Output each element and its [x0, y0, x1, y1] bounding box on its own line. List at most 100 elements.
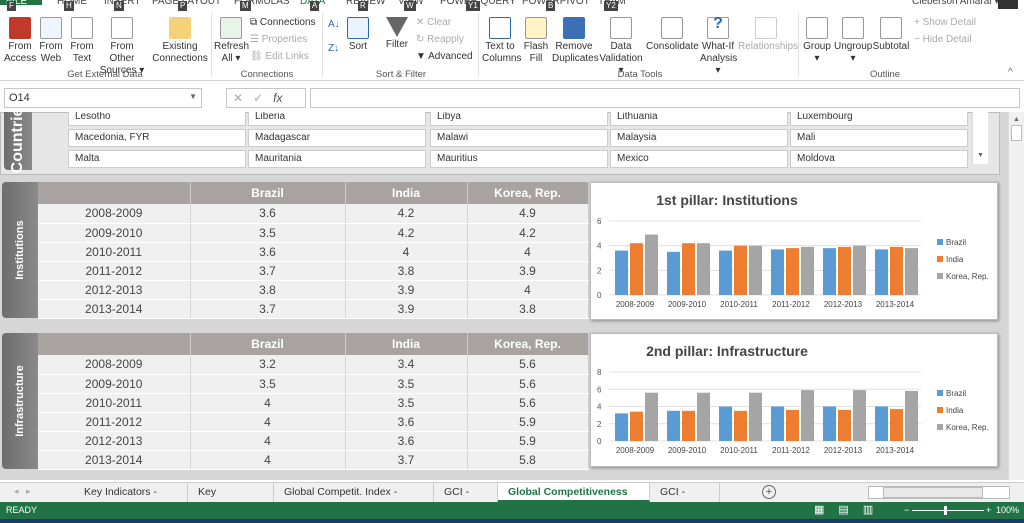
table-cell[interactable]: 5.6	[467, 393, 589, 413]
page-break-icon[interactable]: ▥	[863, 504, 887, 516]
cancel-icon[interactable]: ✕	[233, 91, 253, 105]
country-item[interactable]: Mauritius	[430, 150, 608, 168]
from-text-button[interactable]: From Text	[68, 17, 96, 65]
consolidate-button[interactable]: Consolidate	[646, 17, 699, 53]
avatar[interactable]	[998, 0, 1018, 9]
table-cell[interactable]: 3.8	[190, 280, 346, 300]
zoom-slider-thumb[interactable]	[944, 506, 947, 515]
table-cell[interactable]: 2012-2013	[38, 280, 191, 300]
sort-z-a-button[interactable]: Z↓	[328, 43, 339, 54]
table-cell[interactable]: 2009-2010	[38, 223, 191, 243]
new-sheet-button[interactable]: +	[762, 485, 776, 499]
filter-button[interactable]: Filter	[382, 17, 412, 51]
table-cell[interactable]: 3.9	[467, 261, 589, 281]
table-cell[interactable]: 3.6	[345, 412, 468, 432]
enter-icon[interactable]: ✓	[253, 91, 273, 105]
from-other-sources-button[interactable]: From Other Sources ▾	[98, 17, 146, 77]
ungroup-button[interactable]: Ungroup ▾	[834, 17, 872, 65]
data-validation-button[interactable]: Data Validation ▾	[598, 17, 644, 77]
insert-function-icon[interactable]: fx	[273, 91, 282, 105]
table-cell[interactable]: 3.6	[190, 242, 346, 262]
table-cell[interactable]: 2010-2011	[38, 242, 191, 262]
sheet-tab[interactable]: Key Indicators	[188, 483, 274, 516]
table-cell[interactable]: 2013-2014	[38, 299, 191, 319]
remove-duplicates-button[interactable]: Remove Duplicates	[552, 17, 599, 65]
sort-button[interactable]: Sort	[344, 17, 372, 53]
table-cell[interactable]: 2013-2014	[38, 450, 191, 470]
table-cell[interactable]: 2008-2009	[38, 204, 191, 224]
zoom-level[interactable]: 100%	[996, 502, 1019, 519]
table-cell[interactable]: 4.2	[345, 223, 468, 243]
from-access-button[interactable]: From Access	[4, 17, 36, 65]
group-button[interactable]: Group ▾	[802, 17, 832, 65]
reapply-button[interactable]: ↻ Reapply	[416, 34, 464, 45]
table-cell[interactable]: 3.7	[190, 261, 346, 281]
country-item[interactable]: Madagascar	[248, 129, 426, 147]
country-item[interactable]: Lithuania	[610, 112, 788, 126]
ribbon-tab-powerpivot[interactable]: POWERPIVOT	[522, 0, 590, 7]
name-box[interactable]: O14 ▼	[4, 88, 202, 108]
table-cell[interactable]: 4	[190, 412, 346, 432]
table-cell[interactable]: 2012-2013	[38, 431, 191, 451]
subtotal-button[interactable]: Subtotal	[872, 17, 910, 53]
sheet-tab[interactable]: Global Competit. Index - Dados	[274, 483, 434, 516]
table-cell[interactable]: 5.6	[467, 355, 589, 375]
advanced-button[interactable]: ▼ Advanced	[416, 51, 473, 62]
table-cell[interactable]: 5.6	[467, 374, 589, 394]
table-cell[interactable]: 3.9	[345, 299, 468, 319]
country-item[interactable]: Libya	[430, 112, 608, 126]
country-item[interactable]: Lesotho	[68, 112, 246, 126]
table-cell[interactable]: 3.5	[345, 374, 468, 394]
country-item[interactable]: Malta	[68, 150, 246, 168]
chart[interactable]: 1st pillar: Institutions 0 2 4 6 2008-2009 200…	[590, 182, 998, 320]
scroll-up-icon[interactable]: ▲	[1009, 116, 1024, 123]
view-buttons[interactable]: ▦▤▥	[814, 502, 887, 519]
table-cell[interactable]: 3.8	[467, 299, 589, 319]
zoom-slider[interactable]	[912, 506, 984, 515]
table-cell[interactable]: 4	[467, 242, 589, 262]
horizontal-scrollbar[interactable]	[868, 486, 1010, 499]
text-to-columns-button[interactable]: Text to Columns	[482, 17, 521, 65]
table-cell[interactable]: 5.9	[467, 412, 589, 432]
table-cell[interactable]: 5.8	[467, 450, 589, 470]
country-item[interactable]: Mali	[790, 129, 968, 147]
what-if-analysis-button[interactable]: ? What-If Analysis ▾	[700, 16, 737, 77]
flash-fill-button[interactable]: Flash Fill	[522, 17, 550, 65]
table-cell[interactable]: 2011-2012	[38, 261, 191, 281]
table-cell[interactable]: 3.5	[345, 393, 468, 413]
table-cell[interactable]: 4.2	[345, 204, 468, 224]
worksheet[interactable]: Countries Lesotho Liberia Libya Lithuania Lu…	[0, 112, 1008, 480]
country-item[interactable]: Mexico	[610, 150, 788, 168]
table-cell[interactable]: 2009-2010	[38, 374, 191, 394]
hscroll-thumb[interactable]	[883, 487, 983, 498]
vertical-scrollbar[interactable]: ▲	[1008, 112, 1024, 480]
sheet-tab[interactable]: Global Competitiveness Index	[498, 483, 650, 516]
sheet-tab[interactable]: GCI - Radar	[434, 483, 498, 516]
country-item[interactable]: Mauritania	[248, 150, 426, 168]
sheet-nav-arrows[interactable]: ◂ ▸	[14, 486, 31, 497]
edit-links-button[interactable]: ⛓ Edit Links	[250, 51, 309, 62]
country-item[interactable]: Luxembourg	[790, 112, 968, 126]
table-cell[interactable]: 3.2	[190, 355, 346, 375]
countries-scroll-down[interactable]: ▼	[972, 112, 988, 164]
sheet-tab[interactable]: Key Indicators - Data	[74, 483, 188, 516]
table-cell[interactable]: 4	[467, 280, 589, 300]
table-cell[interactable]: 2008-2009	[38, 355, 191, 375]
zoom-in-button[interactable]: +	[986, 502, 991, 519]
sort-a-z-button[interactable]: A↓	[328, 19, 340, 30]
clear-button[interactable]: ✕ Clear	[416, 17, 451, 28]
table-cell[interactable]: 4	[190, 393, 346, 413]
country-item[interactable]: Malawi	[430, 129, 608, 147]
collapse-ribbon-button[interactable]: ^	[1008, 67, 1013, 78]
country-item[interactable]: Moldova	[790, 150, 968, 168]
table-cell[interactable]: 3.4	[345, 355, 468, 375]
relationships-button[interactable]: Relationships	[738, 17, 798, 53]
country-item[interactable]: Liberia	[248, 112, 426, 126]
table-cell[interactable]: 4	[190, 450, 346, 470]
refresh-all-button[interactable]: Refresh All ▾	[214, 17, 249, 65]
table-cell[interactable]: 2011-2012	[38, 412, 191, 432]
formula-input[interactable]	[310, 88, 1020, 108]
table-cell[interactable]: 4.2	[467, 223, 589, 243]
table-cell[interactable]: 3.9	[345, 280, 468, 300]
table-cell[interactable]: 4	[345, 242, 468, 262]
